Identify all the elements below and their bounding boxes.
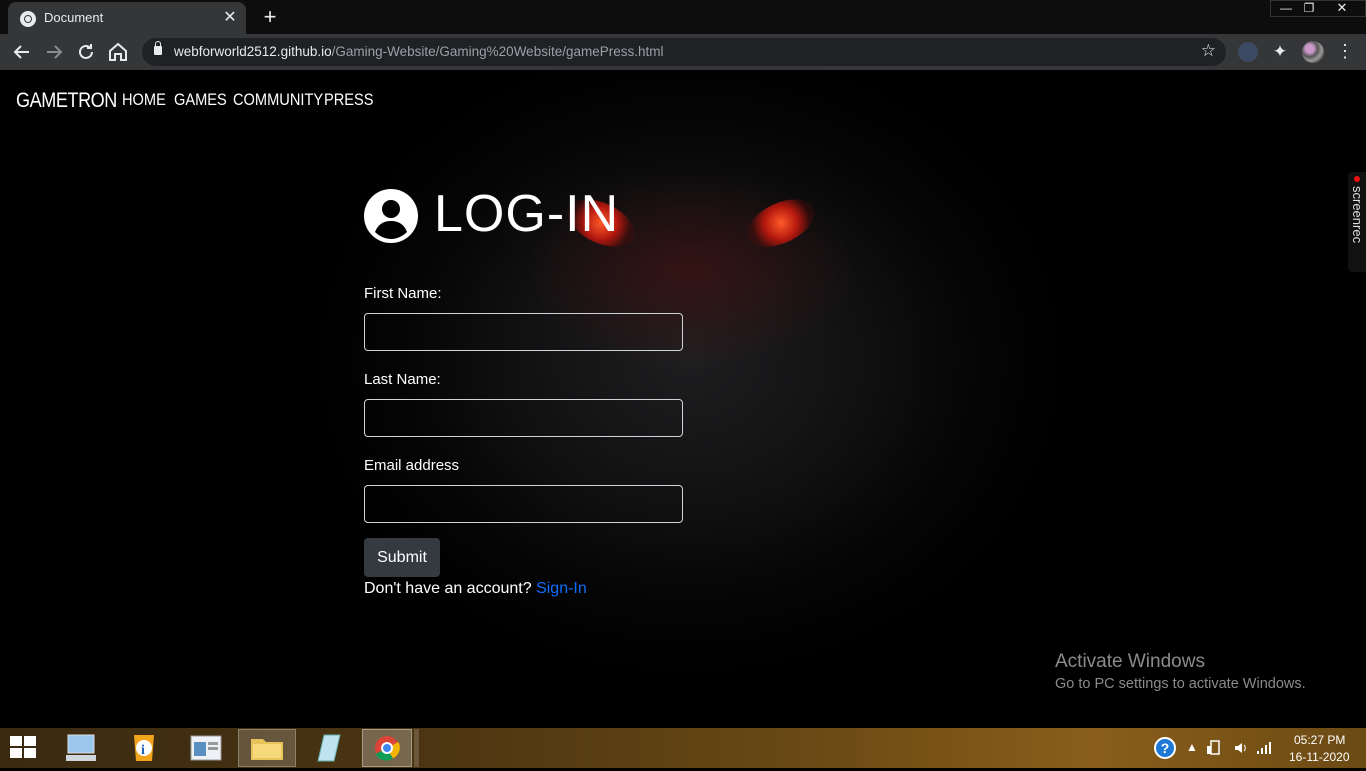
tab-close-icon[interactable]: ✕ bbox=[220, 8, 240, 28]
devices-icon[interactable] bbox=[1206, 740, 1222, 759]
email-input[interactable] bbox=[364, 485, 683, 523]
globe-icon bbox=[20, 11, 36, 27]
email-label: Email address bbox=[364, 457, 460, 474]
lock-icon[interactable] bbox=[154, 41, 162, 55]
browser-menu-icon[interactable]: ⋮ bbox=[1336, 40, 1354, 64]
screenrec-label: screenrec bbox=[1350, 186, 1365, 244]
new-tab-button[interactable]: + bbox=[256, 4, 284, 32]
user-circle-icon bbox=[364, 189, 418, 243]
nav-games[interactable]: GAMES bbox=[174, 90, 227, 110]
tab-title: Document bbox=[44, 10, 104, 25]
help-icon[interactable]: ? bbox=[1154, 737, 1176, 759]
extension-icon[interactable] bbox=[1238, 42, 1258, 62]
close-window-button[interactable]: ✕ bbox=[1322, 0, 1362, 16]
brand-logo[interactable]: GAMETRON bbox=[16, 89, 117, 113]
submit-button[interactable]: Submit bbox=[364, 538, 440, 577]
forward-arrow-icon[interactable] bbox=[42, 40, 66, 64]
computer-icon[interactable] bbox=[64, 731, 100, 765]
nav-press[interactable]: PRESS bbox=[324, 90, 374, 110]
clock-date[interactable]: 16-11-2020 bbox=[1289, 750, 1350, 764]
bookmark-star-icon[interactable]: ☆ bbox=[1201, 41, 1216, 61]
info-app-icon[interactable]: i bbox=[126, 731, 162, 765]
sign-in-link[interactable]: Sign-In bbox=[536, 580, 587, 597]
home-icon[interactable] bbox=[106, 40, 130, 64]
signup-prompt: Don't have an account? Sign-In bbox=[364, 580, 587, 598]
windows-start-icon[interactable] bbox=[10, 736, 38, 760]
account-prompt-text: Don't have an account? bbox=[364, 580, 532, 597]
nav-community[interactable]: COMMUNITY bbox=[233, 90, 323, 110]
record-dot-icon bbox=[1354, 176, 1360, 182]
last-name-label: Last Name: bbox=[364, 371, 441, 388]
window-app-icon[interactable] bbox=[188, 731, 224, 765]
page-background bbox=[0, 70, 1366, 728]
nav-home[interactable]: HOME bbox=[122, 90, 166, 110]
address-bar[interactable]: webforworld2512.github.io/Gaming-Website… bbox=[142, 38, 1226, 66]
extensions-puzzle-icon[interactable]: ✦ bbox=[1270, 42, 1290, 62]
first-name-input[interactable] bbox=[364, 313, 683, 351]
show-hidden-icons-icon[interactable]: ▲ bbox=[1186, 740, 1198, 754]
taskbar-window-stack bbox=[414, 729, 419, 767]
screenrec-widget[interactable]: screenrec bbox=[1348, 172, 1366, 272]
volume-icon[interactable] bbox=[1233, 740, 1249, 759]
restore-button[interactable]: ❐ bbox=[1294, 0, 1324, 16]
svg-text:i: i bbox=[141, 743, 145, 758]
chrome-taskbar-icon[interactable] bbox=[362, 729, 412, 767]
page-title: LOG-IN bbox=[434, 185, 620, 243]
document-app-icon[interactable] bbox=[310, 731, 346, 765]
profile-avatar[interactable] bbox=[1302, 41, 1324, 63]
url-text[interactable]: webforworld2512.github.io/Gaming-Website… bbox=[174, 44, 664, 59]
back-arrow-icon[interactable] bbox=[10, 40, 34, 64]
last-name-input[interactable] bbox=[364, 399, 683, 437]
first-name-label: First Name: bbox=[364, 285, 442, 302]
reload-icon[interactable] bbox=[74, 40, 98, 64]
activate-windows-subtitle: Go to PC settings to activate Windows. bbox=[1055, 676, 1306, 692]
clock-time[interactable]: 05:27 PM bbox=[1294, 733, 1345, 747]
activate-windows-title: Activate Windows bbox=[1055, 651, 1205, 672]
file-explorer-icon[interactable] bbox=[238, 729, 296, 767]
network-signal-icon[interactable] bbox=[1256, 740, 1272, 759]
browser-tab[interactable]: Document ✕ bbox=[8, 2, 246, 34]
